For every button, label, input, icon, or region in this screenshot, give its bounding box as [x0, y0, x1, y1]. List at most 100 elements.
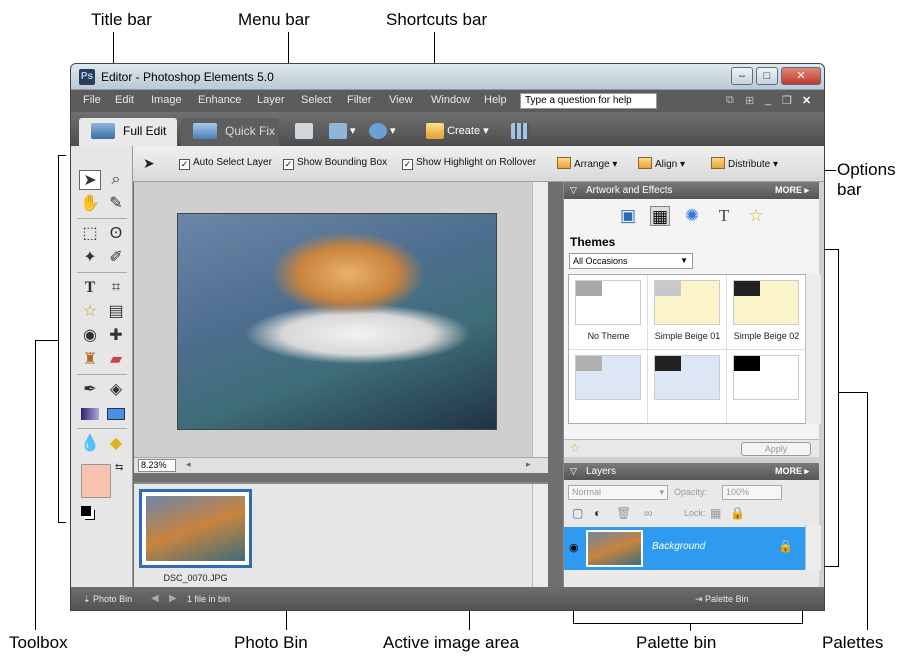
healing-brush-tool-icon[interactable]: ✚ [105, 326, 127, 346]
doc-close-icon[interactable]: ✕ [802, 94, 811, 107]
blur-tool-icon[interactable]: 💧 [79, 434, 101, 454]
tab-quick-fix[interactable]: Quick Fix [181, 118, 279, 146]
zoom-tool-icon[interactable]: ⌕ [105, 170, 127, 190]
menu-image[interactable]: Image [151, 94, 182, 106]
magic-wand-tool-icon[interactable]: ✦ [79, 248, 101, 268]
menu-edit[interactable]: Edit [115, 94, 134, 106]
lock-all-icon[interactable]: 🔒 [730, 506, 745, 520]
blend-mode-select[interactable]: Normal ▾ [568, 485, 668, 500]
add-favorite-star-icon[interactable]: ☆ [570, 441, 581, 455]
artwork-themes-icon[interactable]: ▦ [650, 206, 670, 226]
link-icon[interactable]: ∞ [644, 506, 653, 520]
new-layer-icon[interactable]: ▢ [572, 506, 583, 520]
close-button[interactable]: ✕ [781, 67, 821, 85]
artwork-effects-header[interactable]: ▽ Artwork and Effects MORE ▸ [564, 182, 819, 199]
layers-scrollbar[interactable] [805, 525, 821, 570]
type-tool-icon[interactable]: T [79, 278, 101, 298]
menu-layer[interactable]: Layer [257, 94, 285, 106]
marquee-tool-icon[interactable]: ⬚ [79, 224, 101, 244]
create-button[interactable]: Create ▾ [426, 121, 489, 141]
opacity-input[interactable]: 100% [722, 485, 782, 500]
move-tool-icon[interactable]: ➤ [79, 170, 101, 190]
hand-tool-icon[interactable]: ✋ [79, 194, 101, 214]
theme-cell[interactable]: Simple Beige 02 [727, 275, 805, 350]
theme-cell[interactable]: No Theme [569, 275, 648, 350]
paint-bucket-tool-icon[interactable]: ◈ [105, 380, 127, 400]
foreground-color-swatch[interactable] [81, 464, 111, 498]
next-photo-icon[interactable]: ▶ [169, 593, 177, 604]
prev-photo-icon[interactable]: ◀ [151, 593, 159, 604]
palette-bin-toggle[interactable]: ⇥ Palette Bin [695, 594, 749, 605]
sponge-tool-icon[interactable]: ◆ [105, 434, 127, 454]
help-search-input[interactable]: Type a question for help [520, 93, 657, 109]
doc-minimize-icon[interactable]: _ [765, 94, 771, 106]
eraser-tool-icon[interactable]: ▰ [105, 350, 127, 370]
scroll-right-icon[interactable]: ▸ [526, 459, 531, 470]
apply-button[interactable]: Apply [741, 442, 811, 456]
theme-cell[interactable] [648, 350, 727, 423]
auto-select-layer-checkbox[interactable]: ✓ Auto Select Layer [179, 157, 272, 170]
shape-tool-icon[interactable] [105, 404, 127, 424]
active-image-area[interactable] [134, 182, 548, 457]
photo-bin-toggle[interactable]: ⇣ Photo Bin [83, 594, 132, 605]
collapse-icon[interactable]: ▽ [570, 463, 577, 480]
layers-header[interactable]: ▽ Layers MORE ▸ [564, 463, 819, 480]
restore-layout-icon[interactable]: ⧉ [726, 94, 734, 107]
order-prints-button[interactable]: ▾ [329, 121, 356, 141]
scroll-left-icon[interactable]: ◂ [186, 459, 191, 470]
theme-cell[interactable] [727, 350, 805, 423]
doc-restore-icon[interactable]: ❐ [782, 94, 792, 107]
theme-cell[interactable]: Simple Beige 01 [648, 275, 727, 350]
artwork-more-button[interactable]: MORE ▸ [775, 182, 809, 199]
menu-file[interactable]: File [83, 94, 101, 106]
layer-row-background[interactable]: ◉ Background 🔒 [564, 527, 805, 570]
menu-help[interactable]: Help [484, 94, 507, 106]
apply-photo-effects-icon[interactable]: ▣ [618, 206, 638, 226]
themes-scrollbar[interactable] [805, 274, 821, 424]
distribute-menu[interactable]: Distribute ▾ [711, 157, 778, 170]
delete-layer-icon[interactable]: 🗑 [616, 506, 631, 520]
brush-tool-icon[interactable]: ✒ [79, 380, 101, 400]
favorites-star-icon[interactable]: ☆ [746, 206, 766, 226]
active-image-pie-photo[interactable] [177, 213, 497, 430]
zoom-level[interactable]: 8.23% [138, 459, 176, 472]
align-menu[interactable]: Align ▾ [638, 157, 685, 170]
gradient-tool-icon[interactable] [79, 404, 101, 424]
show-bounding-box-checkbox[interactable]: ✓ Show Bounding Box [283, 157, 387, 170]
tile-icon[interactable]: ⊞ [745, 94, 754, 107]
red-eye-tool-icon[interactable]: ◉ [79, 326, 101, 346]
text-effects-icon[interactable]: T [714, 206, 734, 226]
organizer-button[interactable] [511, 121, 529, 141]
show-highlight-checkbox[interactable]: ✓ Show Highlight on Rollover [402, 157, 536, 170]
lock-transparent-icon[interactable]: ▦ [710, 506, 721, 520]
menu-enhance[interactable]: Enhance [198, 94, 241, 106]
layers-more-button[interactable]: MORE ▸ [775, 463, 809, 480]
photo-bin-thumbnail[interactable] [139, 489, 252, 568]
minimize-button[interactable]: – [731, 67, 753, 85]
occasion-dropdown[interactable]: All Occasions ▼ [569, 253, 693, 269]
cookie-cutter-tool-icon[interactable]: ☆ [79, 302, 101, 322]
print-button[interactable] [295, 121, 313, 141]
clone-stamp-tool-icon[interactable]: ♜ [79, 350, 101, 370]
selection-brush-tool-icon[interactable]: ✐ [105, 248, 127, 268]
adjustment-layer-icon[interactable]: ◐ [594, 506, 601, 520]
theme-cell[interactable] [569, 350, 648, 423]
tab-full-edit[interactable]: Full Edit [79, 118, 177, 146]
maximize-button[interactable]: □ [756, 67, 778, 85]
eyedropper-tool-icon[interactable]: ✎ [105, 194, 127, 214]
photo-bin-scrollbar[interactable] [532, 484, 548, 587]
crop-tool-icon[interactable]: ⌗ [105, 278, 127, 298]
menu-window[interactable]: Window [431, 94, 470, 106]
image-vertical-scrollbar[interactable] [532, 182, 548, 457]
swap-colors-icon[interactable]: ⇆ [115, 462, 123, 473]
straighten-tool-icon[interactable]: ▤ [105, 302, 127, 322]
lasso-tool-icon[interactable]: ʘ [105, 224, 127, 244]
arrange-menu[interactable]: Arrange ▾ [557, 157, 617, 170]
share-button[interactable]: ▾ [369, 121, 396, 141]
menu-filter[interactable]: Filter [347, 94, 371, 106]
visibility-eye-icon[interactable]: ◉ [569, 541, 579, 554]
default-colors-icon[interactable] [81, 506, 91, 516]
collapse-icon[interactable]: ▽ [570, 182, 577, 199]
menu-select[interactable]: Select [301, 94, 332, 106]
special-effects-icon[interactable]: ✺ [682, 206, 702, 226]
